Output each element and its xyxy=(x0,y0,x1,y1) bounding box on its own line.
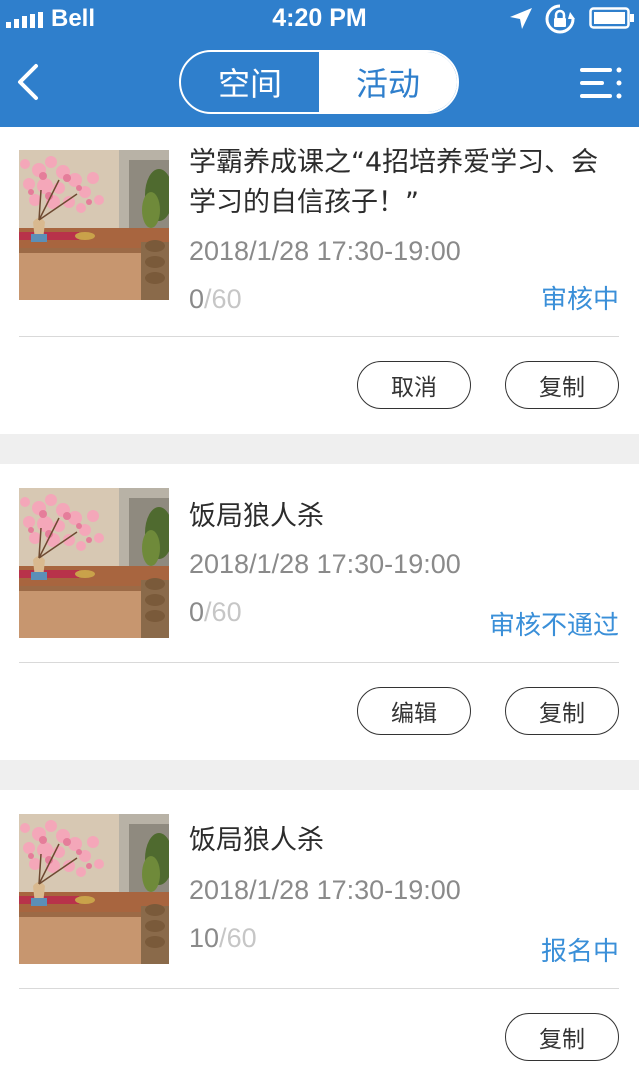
count-current: 0 xyxy=(189,597,205,627)
rotation-lock-icon xyxy=(545,4,575,34)
edit-button[interactable]: 编辑 xyxy=(357,687,471,735)
participant-count: 0/60 xyxy=(189,595,242,629)
back-button[interactable] xyxy=(10,60,50,104)
tab-activity[interactable]: 活动 xyxy=(319,52,457,112)
participant-count: 0/60 xyxy=(189,282,242,316)
participant-count: 10/60 xyxy=(189,921,257,955)
divider xyxy=(19,336,619,337)
activity-title: 学霸养成课之“4招培养爱学习、会学习的自信孩子！” xyxy=(189,147,599,218)
activity-card[interactable]: 饭局狼人杀 2018/1/28 17:30-19:00 10/60 报名中 复制 xyxy=(0,790,639,1084)
copy-button[interactable]: 复制 xyxy=(505,361,619,409)
activity-thumbnail xyxy=(19,150,169,300)
count-current: 10 xyxy=(189,923,220,953)
status-label: 报名中 xyxy=(540,937,619,967)
section-separator xyxy=(0,760,639,790)
menu-button[interactable] xyxy=(578,62,624,104)
menu-list-icon xyxy=(580,67,622,99)
activity-thumbnail xyxy=(19,488,169,638)
count-separator: / xyxy=(204,597,212,627)
activity-title: 饭局狼人杀 xyxy=(189,501,324,532)
copy-button[interactable]: 复制 xyxy=(505,1013,619,1061)
divider xyxy=(19,988,619,989)
count-max: 60 xyxy=(211,284,242,314)
activity-time: 2018/1/28 17:30-19:00 xyxy=(189,549,461,579)
activity-time: 2018/1/28 17:30-19:00 xyxy=(189,875,461,905)
chevron-left-icon xyxy=(18,64,38,100)
section-separator xyxy=(0,434,639,464)
activity-thumbnail xyxy=(19,814,169,964)
status-label: 审核中 xyxy=(540,285,619,315)
cancel-button[interactable]: 取消 xyxy=(357,361,471,409)
activity-card[interactable]: 饭局狼人杀 2018/1/28 17:30-19:00 0/60 审核不通过 编… xyxy=(0,464,639,760)
activity-time: 2018/1/28 17:30-19:00 xyxy=(189,236,461,266)
count-separator: / xyxy=(219,923,227,953)
tab-space[interactable]: 空间 xyxy=(181,52,319,112)
status-label: 审核不通过 xyxy=(488,611,619,641)
divider xyxy=(19,662,619,663)
top-bar: Bell 4:20 PM 空间 活动 xyxy=(0,0,639,127)
count-current: 0 xyxy=(189,284,205,314)
count-separator: / xyxy=(204,284,212,314)
segmented-control: 空间 活动 xyxy=(179,50,459,114)
location-arrow-icon xyxy=(510,8,532,29)
copy-button[interactable]: 复制 xyxy=(505,687,619,735)
status-bar: Bell 4:20 PM xyxy=(0,0,639,38)
count-max: 60 xyxy=(211,597,242,627)
activity-title: 饭局狼人杀 xyxy=(189,825,324,856)
activity-card[interactable]: 学霸养成课之“4招培养爱学习、会学习的自信孩子！” 2018/1/28 17:3… xyxy=(0,127,639,434)
battery-icon xyxy=(589,7,634,29)
count-max: 60 xyxy=(226,923,257,953)
